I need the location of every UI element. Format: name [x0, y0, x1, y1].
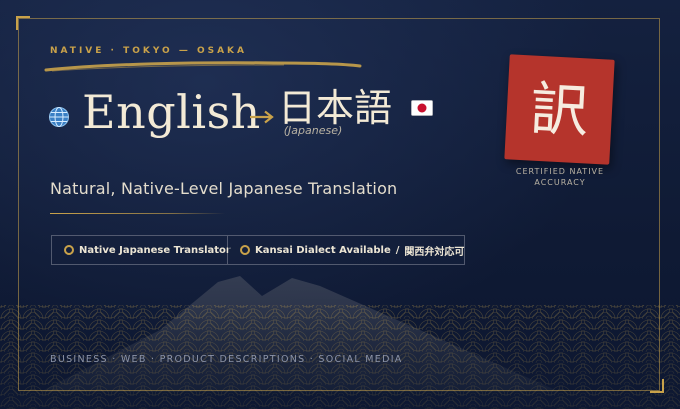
circle-bullet-icon [64, 245, 74, 255]
seal-character: 訳 [528, 74, 591, 145]
eyebrow-text: NATIVE · TOKYO — OSAKA [50, 46, 248, 56]
badge-label: Kansai Dialect Available [255, 244, 391, 256]
tagline: Natural, Native-Level Japanese Translati… [50, 179, 398, 198]
brush-stroke-underline [44, 61, 362, 72]
banner: NATIVE · TOKYO — OSAKA English 日本語 (Japa… [0, 0, 680, 409]
frame-corner-bottom-right [650, 379, 664, 393]
badge-kansai-dialect: Kansai Dialect Available / 関西弁対応可 [228, 235, 465, 265]
seal-caption: CERTIFIED NATIVE ACCURACY [500, 166, 620, 188]
japan-flag-icon [411, 100, 433, 116]
badge-label: Native Japanese Translator [79, 244, 231, 256]
globe-icon [49, 107, 69, 127]
seal-caption-line2: ACCURACY [534, 178, 586, 187]
frame-corner-top-left [16, 16, 30, 30]
seal-caption-line1: CERTIFIED NATIVE [515, 167, 605, 176]
feature-badges: Native Japanese Translator Kansai Dialec… [51, 235, 465, 265]
badge-native-translator: Native Japanese Translator [51, 235, 231, 265]
badge-separator: / [395, 244, 400, 256]
source-language-title: English [82, 85, 261, 139]
target-language-note: (Japanese) [283, 124, 343, 137]
badge-label-japanese: 関西弁対応可 [404, 246, 465, 258]
service-categories: BUSINESS · WEB · PRODUCT DESCRIPTIONS · … [50, 354, 403, 365]
arrow-right-icon [250, 110, 274, 124]
translation-seal-stamp: 訳 [504, 54, 615, 165]
gold-divider [50, 213, 225, 214]
circle-bullet-icon [240, 245, 250, 255]
